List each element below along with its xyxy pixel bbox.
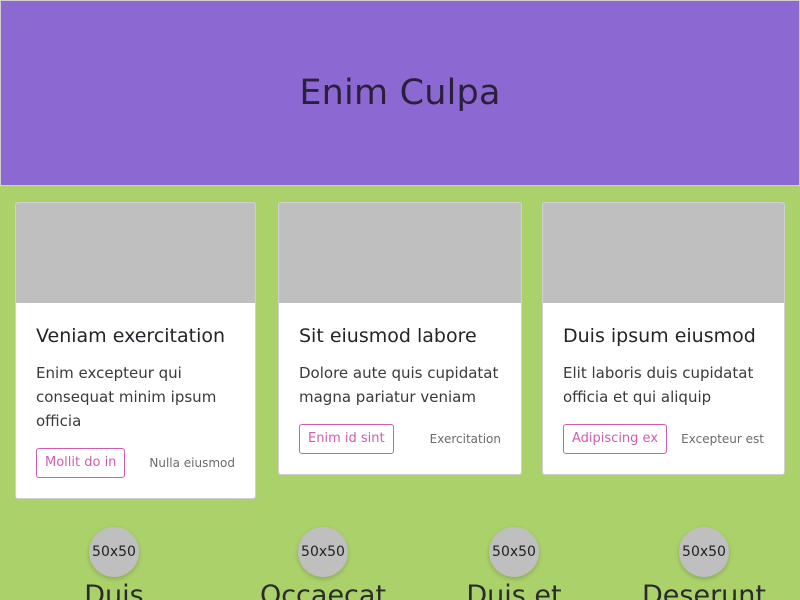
feature-title: Duis et [466, 580, 562, 600]
card-image-placeholder [543, 203, 784, 303]
page-title: Enim Culpa [299, 73, 501, 113]
card-action-button[interactable]: Enim id sint [299, 424, 394, 454]
card: Veniam exercitation Enim excepteur qui c… [15, 202, 256, 499]
card-text: Enim excepteur qui consequat minim ipsum… [36, 364, 217, 430]
feature-item: 50x50 Deserunt [609, 527, 799, 600]
card-action-button[interactable]: Adipiscing ex [563, 424, 668, 454]
avatar-placeholder: 50x50 [298, 527, 348, 577]
card-meta-text: Nulla eiusmod [149, 456, 235, 470]
card-action-button[interactable]: Mollit do in [36, 448, 126, 478]
avatar-placeholder: 50x50 [489, 527, 539, 577]
card-meta-text: Exercitation [429, 432, 501, 446]
avatar-placeholder: 50x50 [679, 527, 729, 577]
card-text: Dolore aute quis cupidatat magna pariatu… [299, 364, 499, 406]
card: Duis ipsum eiusmod Elit laboris duis cup… [542, 202, 785, 475]
card-footer: Adipiscing ex Excepteur est [563, 424, 764, 454]
card-title: Sit eiusmod labore [299, 325, 477, 347]
avatar-placeholder: 50x50 [89, 527, 139, 577]
feature-title: Occaecat [259, 580, 387, 600]
card-body: Sit eiusmod labore Dolore aute quis cupi… [279, 303, 521, 409]
card-meta-text: Excepteur est [681, 432, 764, 446]
card-title: Veniam exercitation [36, 325, 226, 347]
card-image-placeholder [16, 203, 255, 303]
feature-item: 50x50 Occaecat [228, 527, 418, 600]
feature-title: Deserunt [642, 580, 766, 600]
card-body: Veniam exercitation Enim excepteur qui c… [16, 303, 255, 433]
feature-title: Duis [84, 580, 144, 600]
card-image-placeholder [279, 203, 521, 303]
hero-banner: Enim Culpa [0, 0, 800, 186]
card-text: Elit laboris duis cupidatat officia et q… [563, 364, 754, 406]
card-footer: Mollit do in Nulla eiusmod [36, 448, 235, 478]
feature-item: 50x50 Duis et [419, 527, 609, 600]
feature-item: 50x50 Duis [19, 527, 209, 600]
card-title: Duis ipsum eiusmod [563, 325, 756, 347]
card-footer: Enim id sint Exercitation [299, 424, 501, 454]
card: Sit eiusmod labore Dolore aute quis cupi… [278, 202, 522, 475]
card-body: Duis ipsum eiusmod Elit laboris duis cup… [543, 303, 784, 409]
